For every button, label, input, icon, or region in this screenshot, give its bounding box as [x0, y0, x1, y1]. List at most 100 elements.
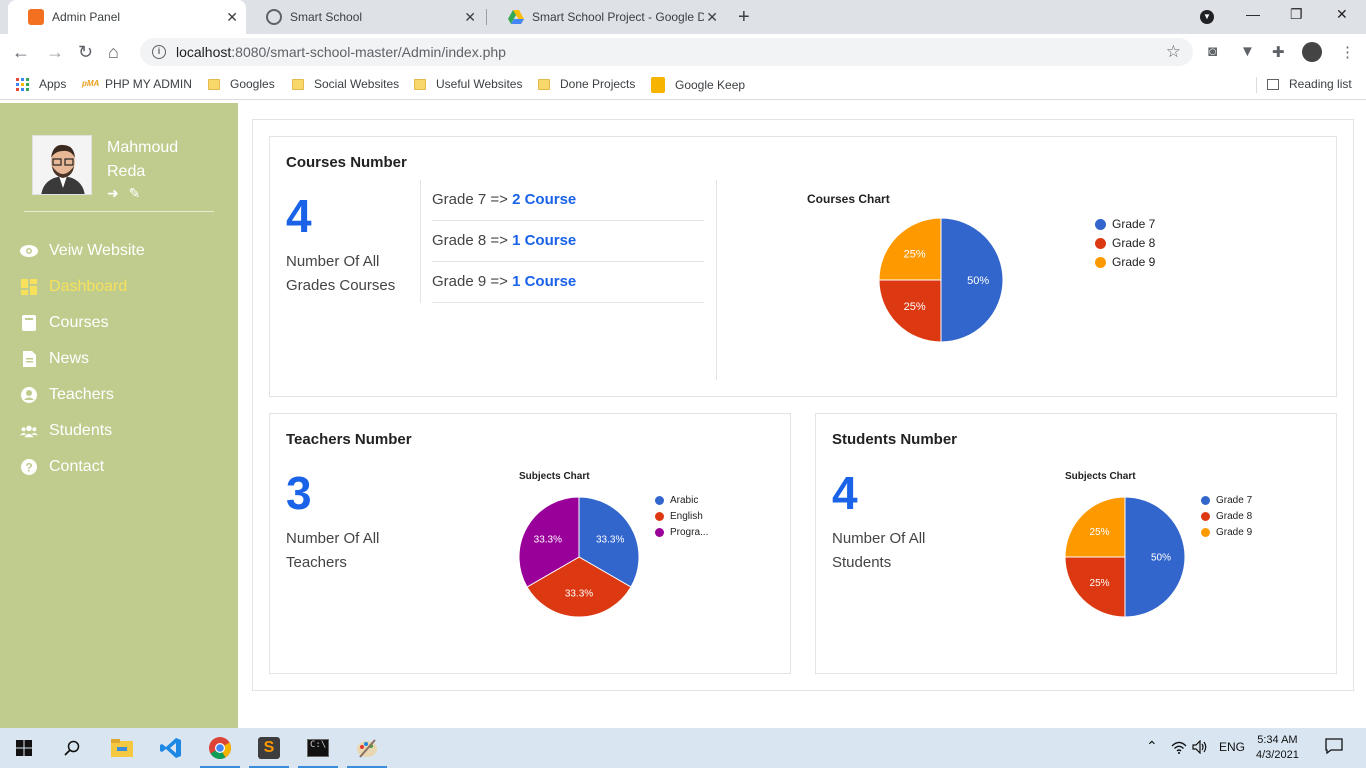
tab-admin-panel[interactable]: Admin Panel ✕: [8, 0, 246, 34]
chrome-icon[interactable]: [196, 728, 244, 768]
bookmark-useful-websites[interactable]: Useful Websites: [414, 77, 522, 91]
folder-icon: [538, 78, 550, 90]
question-icon: ?: [20, 458, 38, 476]
legend-item[interactable]: Grade 8: [1201, 511, 1252, 522]
students-card: Students Number 4 Number Of All Students…: [815, 413, 1337, 674]
google-drive-icon: [508, 9, 524, 25]
legend-item[interactable]: Grade 9: [1201, 527, 1252, 538]
bookmark-apps[interactable]: Apps: [16, 77, 66, 91]
paint-icon[interactable]: [343, 728, 391, 768]
tab-google-drive[interactable]: Smart School Project - Google Dr ✕: [488, 0, 726, 34]
close-icon[interactable]: ✕: [706, 9, 718, 26]
sidebar-item-students[interactable]: Students: [20, 422, 112, 440]
close-icon[interactable]: ✕: [226, 9, 238, 26]
tab-title: Admin Panel: [52, 10, 121, 24]
tab-smart-school[interactable]: Smart School ✕: [246, 0, 484, 34]
legend-item[interactable]: Grade 9: [1095, 255, 1155, 269]
minimize-button[interactable]: —: [1246, 6, 1260, 22]
sidebar-item-courses[interactable]: Courses: [20, 314, 109, 332]
sidebar-item-teachers[interactable]: Teachers: [20, 386, 114, 404]
notifications-icon[interactable]: [1325, 738, 1343, 757]
bookmark-social-websites[interactable]: Social Websites: [292, 77, 399, 91]
back-button[interactable]: ←: [12, 42, 30, 63]
legend-swatch: [1095, 237, 1106, 249]
sidebar-item-view-website[interactable]: Veiw Website: [20, 242, 145, 260]
bookmark-google-keep[interactable]: Google Keep: [651, 77, 745, 93]
bookmark-label: PHP MY ADMIN: [105, 77, 192, 91]
profile-photo-icon: [33, 136, 91, 194]
legend-item[interactable]: Grade 8: [1095, 236, 1155, 250]
slice-label: 25%: [904, 249, 926, 261]
sidebar-item-news[interactable]: News: [20, 350, 89, 368]
tab-separator: [486, 9, 487, 25]
user-circle-icon: [20, 386, 38, 404]
bookmark-phpmyadmin[interactable]: pMA PHP MY ADMIN: [82, 77, 192, 91]
bookmark-star-icon[interactable]: ☆: [1166, 42, 1181, 62]
restore-button[interactable]: ❐: [1290, 6, 1303, 23]
search-icon[interactable]: [48, 728, 96, 768]
menu-icon[interactable]: ⋮: [1340, 43, 1355, 61]
reading-list-button[interactable]: Reading list: [1267, 77, 1352, 91]
legend-item[interactable]: Progra...: [655, 527, 708, 538]
sidebar-item-label: Veiw Website: [49, 242, 145, 259]
file-explorer-icon[interactable]: [98, 728, 146, 768]
home-icon[interactable]: ⌂: [108, 42, 119, 63]
bookmark-done-projects[interactable]: Done Projects: [538, 77, 635, 91]
edit-profile-icon[interactable]: ✎: [129, 185, 141, 201]
legend-swatch: [655, 496, 664, 505]
legend-item[interactable]: Arabic: [655, 495, 698, 506]
legend-swatch: [1095, 218, 1106, 230]
bookmark-label: Social Websites: [314, 77, 400, 91]
browser-toolbar: ← → ↻ ⌂ i localhost:8080/smart-school-ma…: [0, 34, 1366, 70]
vscode-icon[interactable]: [147, 728, 195, 768]
reload-button[interactable]: ↻: [78, 42, 93, 63]
volume-icon[interactable]: [1192, 739, 1208, 757]
user-first-name: Mahmoud: [107, 139, 179, 156]
chevron-up-icon[interactable]: ⌃: [1146, 738, 1158, 755]
close-icon[interactable]: ✕: [464, 9, 476, 26]
reading-list-icon: [1267, 78, 1279, 90]
slice-label: 25%: [1090, 578, 1110, 589]
sidebar-item-contact[interactable]: ? Contact: [20, 458, 104, 476]
new-tab-button[interactable]: +: [738, 6, 750, 29]
bookmark-label: Done Projects: [560, 77, 636, 91]
legend-label: Grade 7: [1112, 217, 1156, 231]
tab-search-icon[interactable]: ▼: [1200, 6, 1214, 24]
bookmark-googles[interactable]: Googles: [208, 77, 275, 91]
profile-avatar[interactable]: [1302, 42, 1322, 62]
svg-text:?: ?: [25, 461, 32, 475]
legend-label: English: [670, 511, 703, 522]
clock-time: 5:34 AM: [1257, 734, 1298, 746]
legend-item[interactable]: Grade 7: [1095, 217, 1155, 231]
legend-label: Grade 9: [1216, 527, 1253, 538]
legend-label: Grade 9: [1112, 255, 1156, 269]
windows-start-icon[interactable]: [0, 728, 48, 768]
extension-v-icon[interactable]: ▼: [1240, 43, 1255, 60]
system-clock[interactable]: 5:34 AM 4/3/2021: [1256, 733, 1299, 763]
legend-swatch: [1201, 512, 1210, 521]
url-host: localhost: [176, 44, 232, 60]
sidebar-item-dashboard[interactable]: Dashboard: [20, 278, 127, 296]
address-bar[interactable]: i localhost:8080/smart-school-master/Adm…: [140, 38, 1193, 66]
puzzle-icon[interactable]: ✚: [1272, 43, 1285, 61]
slice-label: 25%: [904, 301, 926, 313]
users-icon: [20, 422, 38, 440]
forward-button[interactable]: →: [46, 42, 64, 63]
language-indicator[interactable]: ENG: [1219, 740, 1245, 754]
wifi-icon[interactable]: [1171, 740, 1187, 757]
book-icon: [20, 314, 38, 332]
close-window-button[interactable]: ✕: [1336, 6, 1348, 23]
info-icon[interactable]: i: [152, 45, 166, 59]
camera-icon[interactable]: ◙: [1208, 43, 1217, 60]
user-name: Mahmoud Reda: [107, 136, 207, 184]
user-actions: ➜ ✎: [107, 185, 146, 202]
slice-label: 25%: [1090, 527, 1110, 538]
sidebar-item-label: Students: [49, 422, 113, 439]
legend-item[interactable]: Grade 7: [1201, 495, 1252, 506]
sublime-text-icon[interactable]: S: [245, 728, 293, 768]
slice-label: 33.3%: [565, 589, 593, 600]
logout-icon[interactable]: ➜: [107, 185, 119, 201]
legend-item[interactable]: English: [655, 511, 703, 522]
dashboard-icon: [20, 278, 38, 296]
terminal-icon[interactable]: C:\: [294, 728, 342, 768]
